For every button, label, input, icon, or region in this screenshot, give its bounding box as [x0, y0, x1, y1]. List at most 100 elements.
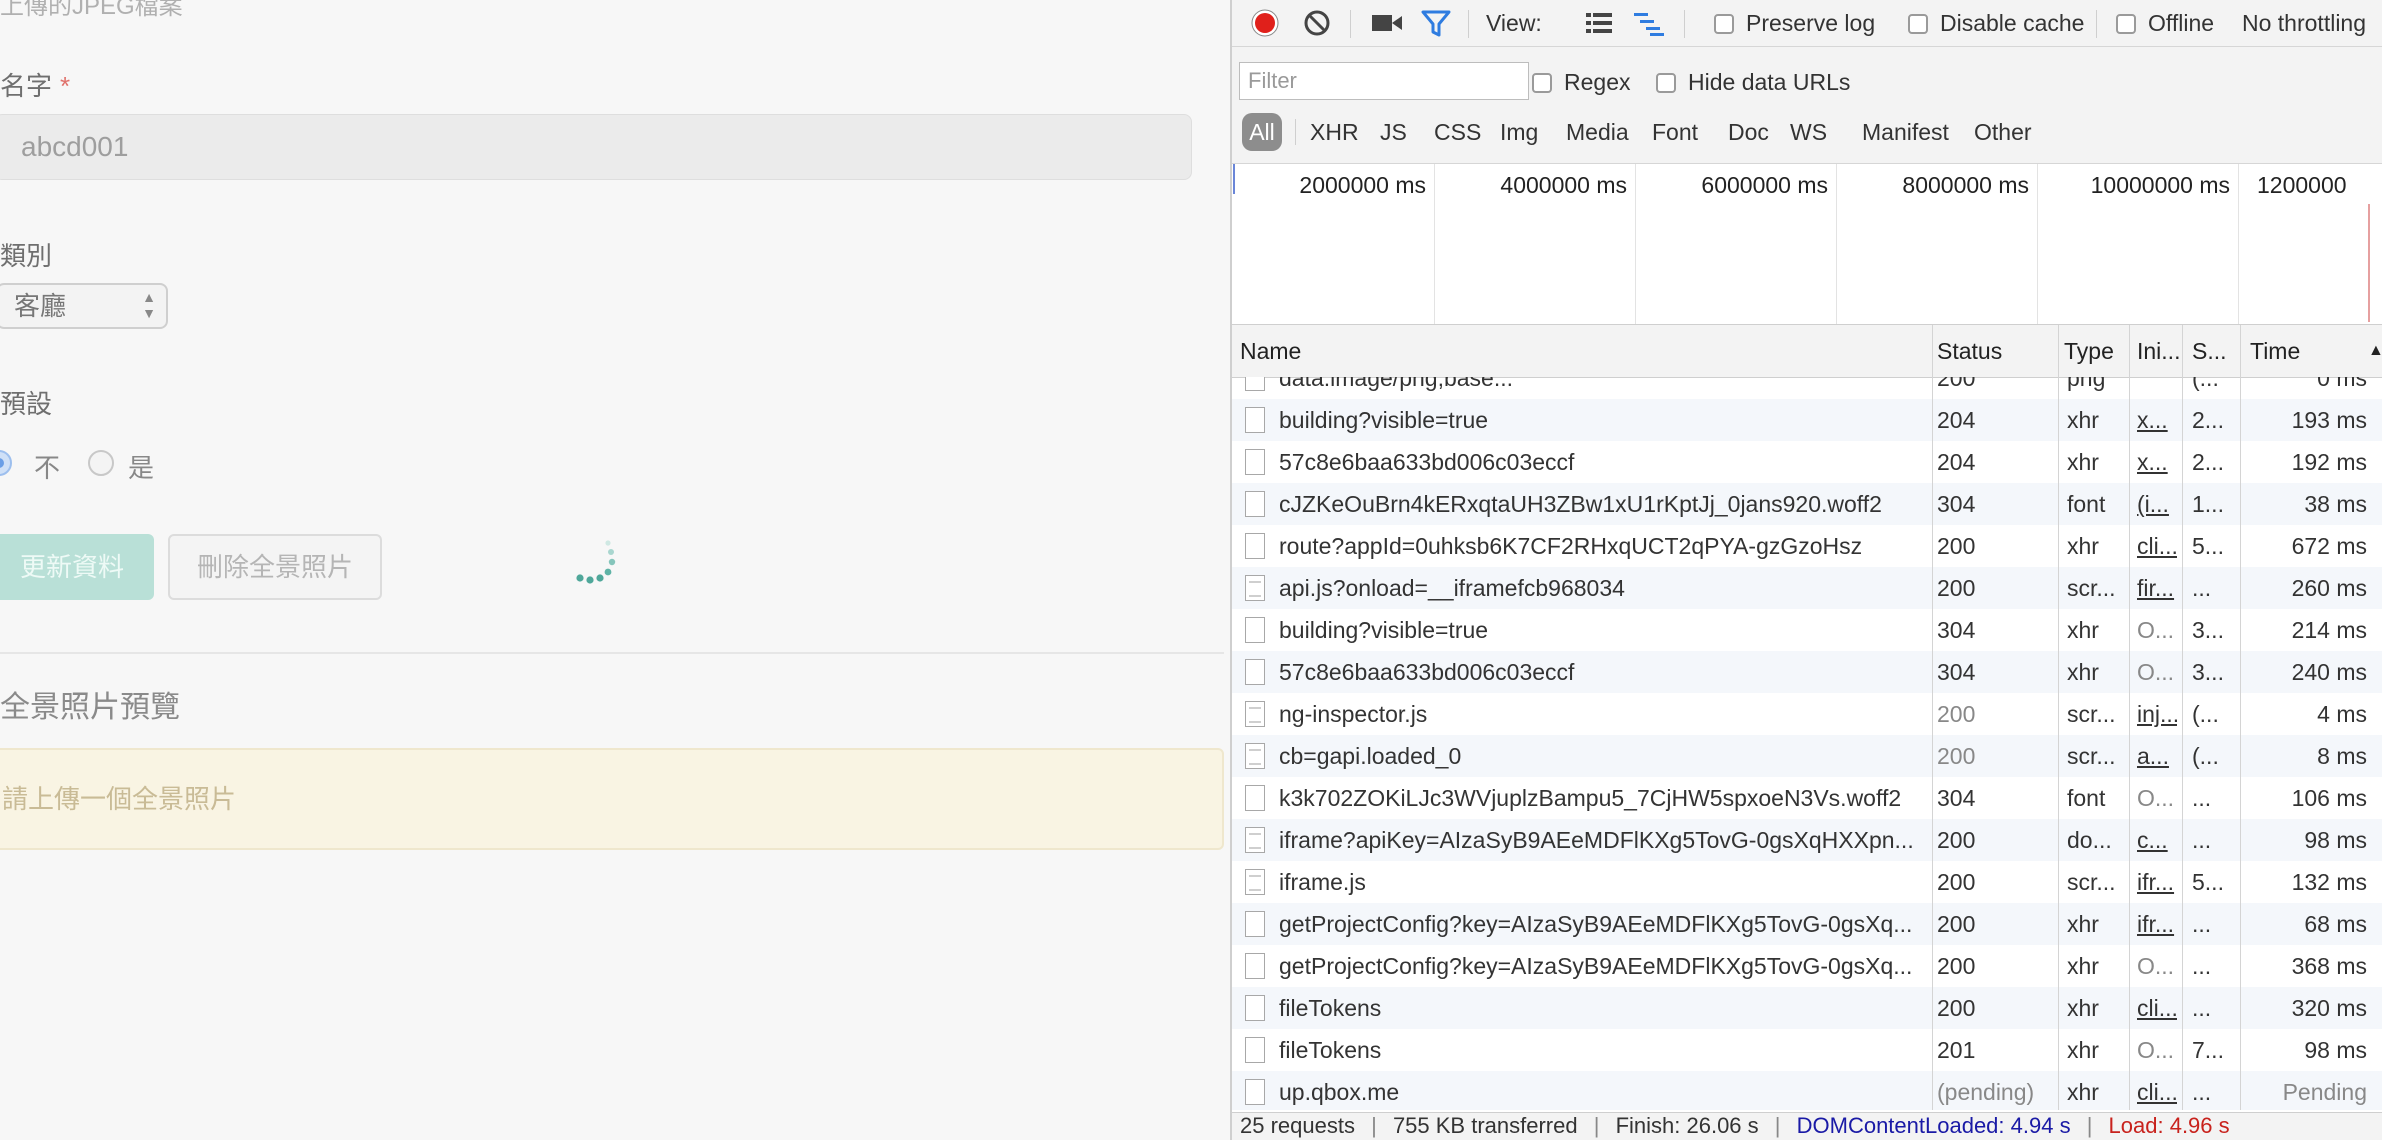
type-tab-doc[interactable]: Doc	[1728, 113, 1769, 151]
large-rows-view-button[interactable]	[1584, 0, 1614, 46]
request-row[interactable]: building?visible=true 204 xhr x... 2... 193 m…	[1232, 399, 2382, 441]
request-initiator[interactable]: c...	[2137, 819, 2177, 861]
section-divider	[0, 652, 1224, 654]
waterfall-view-button[interactable]	[1632, 0, 1666, 46]
preserve-log-checkbox[interactable]: Preserve log	[1714, 0, 1875, 46]
request-row[interactable]: iframe.js 200 scr... ifr... 5... 132 ms	[1232, 861, 2382, 903]
column-type-header[interactable]: Type	[2064, 325, 2114, 377]
request-initiator[interactable]: O...	[2137, 1029, 2177, 1071]
type-tab-img[interactable]: Img	[1500, 113, 1538, 151]
request-row[interactable]: fileTokens 200 xhr cli...... 320 ms	[1232, 987, 2382, 1029]
request-time: 240 ms	[2291, 659, 2367, 685]
update-data-button[interactable]: 更新資料	[0, 534, 154, 600]
request-row[interactable]: up.qbox.me (pending) xhr cli...... Pending	[1232, 1071, 2382, 1110]
request-type: xhr	[2067, 449, 2099, 475]
request-row[interactable]: cJZKeOuBrn4kERxqtaUH3ZBw1xU1rKptJj_0jans…	[1232, 483, 2382, 525]
resource-type-tabs: All XHR JS CSS Img Media Font Doc WS Manifest Othe…	[1232, 111, 2382, 155]
request-row[interactable]: fileTokens 201 xhr O... 7... 98 ms	[1232, 1029, 2382, 1071]
request-row[interactable]: cb=gapi.loaded_0 200 scr... a... (... 8 ms	[1232, 735, 2382, 777]
request-row[interactable]: getProjectConfig?key=AIzaSyB9AEeMDFlKXg5…	[1232, 903, 2382, 945]
type-tab-xhr[interactable]: XHR	[1310, 113, 1359, 151]
column-divider[interactable]	[2182, 377, 2183, 1110]
request-initiator[interactable]: fir...	[2137, 567, 2177, 609]
request-time: 193 ms	[2291, 407, 2367, 433]
name-input[interactable]: abcd001	[0, 114, 1192, 180]
network-overview-timeline[interactable]: 2000000 ms 4000000 ms 6000000 ms 8000000 ms…	[1232, 164, 2382, 325]
file-icon	[1245, 491, 1265, 517]
request-type: png	[2067, 377, 2106, 391]
type-tab-font[interactable]: Font	[1652, 113, 1698, 151]
column-time-header[interactable]: Time	[2250, 325, 2300, 377]
column-divider[interactable]	[2129, 325, 2130, 377]
type-tab-css[interactable]: CSS	[1434, 113, 1481, 151]
request-initiator[interactable]: ifr...	[2137, 903, 2177, 945]
column-divider[interactable]	[2240, 325, 2241, 377]
type-tab-media[interactable]: Media	[1566, 113, 1629, 151]
request-type: xhr	[2067, 953, 2099, 979]
filter-toggle-button[interactable]	[1420, 0, 1452, 46]
column-status-header[interactable]: Status	[1937, 325, 2002, 377]
type-tab-separator	[1295, 119, 1296, 145]
disable-cache-label: Disable cache	[1940, 10, 2085, 36]
video-camera-icon	[1372, 15, 1402, 31]
type-tab-ws[interactable]: WS	[1790, 113, 1827, 151]
column-divider[interactable]	[2240, 377, 2241, 1110]
column-name-header[interactable]: Name	[1240, 325, 1301, 377]
radio-default-yes[interactable]	[88, 450, 114, 476]
type-tab-all[interactable]: All	[1242, 113, 1282, 151]
type-tab-js[interactable]: JS	[1380, 113, 1407, 151]
request-initiator[interactable]: O...	[2137, 609, 2177, 651]
request-initiator[interactable]: O...	[2137, 651, 2177, 693]
request-row[interactable]: 57c8e6baa633bd006c03eccf 204 xhr x... 2... 19…	[1232, 441, 2382, 483]
column-divider[interactable]	[1932, 377, 1933, 1110]
request-initiator[interactable]: inj...	[2137, 693, 2177, 735]
record-button[interactable]	[1250, 0, 1280, 46]
column-size-header[interactable]: S...	[2192, 325, 2227, 377]
throttling-select[interactable]: No throttling	[2242, 0, 2366, 46]
type-tab-other[interactable]: Other	[1974, 113, 2032, 151]
form-hint: 上傳的JPEG檔案	[0, 0, 183, 20]
regex-checkbox[interactable]: Regex	[1532, 67, 1630, 97]
request-initiator[interactable]: O...	[2137, 945, 2177, 987]
radio-default-no[interactable]	[0, 450, 12, 476]
filter-input[interactable]: Filter	[1239, 62, 1529, 100]
hide-data-urls-checkbox[interactable]: Hide data URLs	[1656, 67, 1850, 97]
request-initiator[interactable]: cli...	[2137, 987, 2177, 1029]
request-row[interactable]: data:image/png;base... 200 png (... 0 ms	[1232, 377, 2382, 399]
disable-cache-checkbox[interactable]: Disable cache	[1908, 0, 2084, 46]
request-row[interactable]: api.js?onload=__iframefcb968034 200 scr...…	[1232, 567, 2382, 609]
request-row[interactable]: k3k702ZOKiLJc3WVjuplzBampu5_7CjHW5spxoeN…	[1232, 777, 2382, 819]
category-select[interactable]: 客廳 ▲ ▼	[0, 283, 168, 329]
request-initiator[interactable]: x...	[2137, 399, 2177, 441]
request-initiator[interactable]: a...	[2137, 735, 2177, 777]
request-row[interactable]: 57c8e6baa633bd006c03eccf 304 xhr O... 3... 24…	[1232, 651, 2382, 693]
request-initiator[interactable]: O...	[2137, 777, 2177, 819]
request-size: 5...	[2192, 533, 2224, 559]
column-divider[interactable]	[2058, 377, 2059, 1110]
devtools-network-panel: View: Preserve log Disable cache Offline…	[1230, 0, 2382, 1140]
request-initiator[interactable]: cli...	[2137, 1071, 2177, 1110]
request-initiator[interactable]: x...	[2137, 441, 2177, 483]
script-file-icon	[1245, 827, 1265, 853]
request-initiator[interactable]: ifr...	[2137, 861, 2177, 903]
column-divider[interactable]	[2058, 325, 2059, 377]
request-initiator[interactable]	[2137, 377, 2177, 399]
column-divider[interactable]	[1932, 325, 1933, 377]
request-row[interactable]: building?visible=true 304 xhr O... 3... 214 m…	[1232, 609, 2382, 651]
request-row[interactable]: route?appId=0uhksb6K7CF2RHxqUCT2qPYA-gzG…	[1232, 525, 2382, 567]
delete-panorama-button[interactable]: 刪除全景照片	[168, 534, 382, 600]
type-tab-manifest[interactable]: Manifest	[1862, 113, 1949, 151]
offline-checkbox[interactable]: Offline	[2116, 0, 2214, 46]
column-initiator-header[interactable]: Ini...	[2137, 325, 2180, 377]
request-row[interactable]: getProjectConfig?key=AIzaSyB9AEeMDFlKXg5…	[1232, 945, 2382, 987]
request-initiator[interactable]: cli...	[2137, 525, 2177, 567]
request-row[interactable]: iframe?apiKey=AIzaSyB9AEeMDFlKXg5TovG-0g…	[1232, 819, 2382, 861]
column-divider[interactable]	[2129, 377, 2130, 1110]
request-time: 98 ms	[2304, 827, 2367, 853]
request-time: 8 ms	[2317, 743, 2367, 769]
column-divider[interactable]	[2182, 325, 2183, 377]
request-initiator[interactable]: (i...	[2137, 483, 2177, 525]
request-row[interactable]: ng-inspector.js 200 scr... inj... (... 4 ms	[1232, 693, 2382, 735]
clear-button[interactable]	[1302, 0, 1332, 46]
screenshot-button[interactable]	[1370, 0, 1404, 46]
